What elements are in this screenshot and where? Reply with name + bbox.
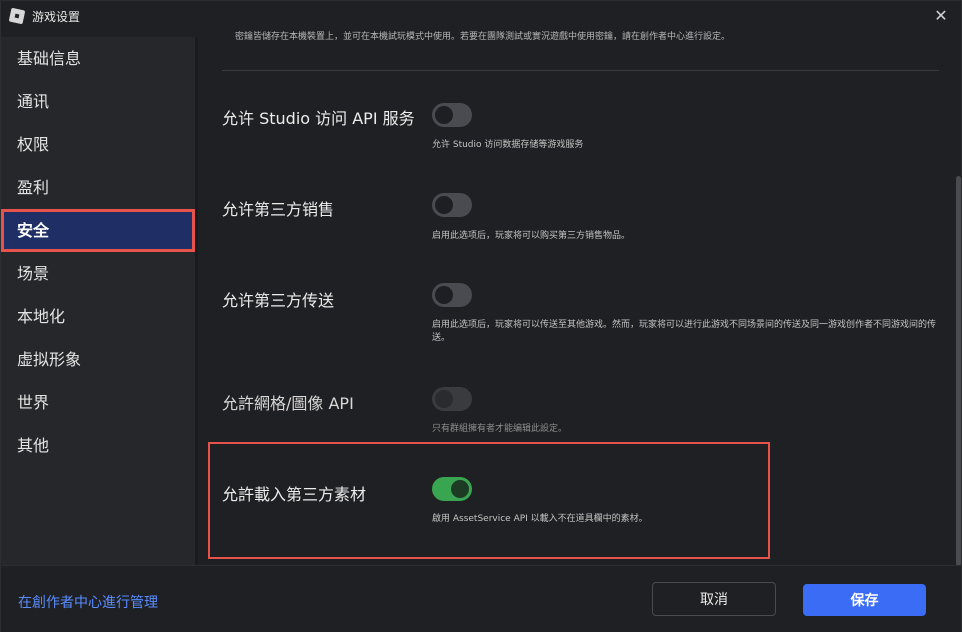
setting-desc-third-party-sales: 启用此选项后，玩家将可以购买第三方销售物品。 <box>432 231 631 241</box>
dialog-title: 游戏设置 <box>32 10 81 24</box>
toggle-knob <box>435 286 453 304</box>
cancel-button[interactable]: 取消 <box>652 582 776 616</box>
toggle-knob <box>435 106 453 124</box>
sidebar-item-other[interactable]: 其他 <box>1 424 195 467</box>
game-settings-dialog: 游戏设置 ✕ 基础信息 通讯 权限 盈利 安全 场景 本地化 虚拟形象 世界 其… <box>0 0 962 632</box>
sidebar-divider <box>195 37 198 565</box>
sidebar-item-basic-info[interactable]: 基础信息 <box>1 37 195 80</box>
toggle-mesh-image-api <box>432 387 472 411</box>
title-bar: 游戏设置 ✕ <box>1 1 961 31</box>
sidebar-item-communication[interactable]: 通讯 <box>1 80 195 123</box>
sidebar-item-security[interactable]: 安全 <box>1 209 195 252</box>
sidebar-item-world[interactable]: 世界 <box>1 381 195 424</box>
save-button[interactable]: 保存 <box>803 584 926 616</box>
toggle-knob <box>435 196 453 214</box>
toggle-studio-api-access[interactable] <box>432 103 472 127</box>
close-icon[interactable]: ✕ <box>931 5 951 25</box>
setting-desc-mesh-image-api: 只有群組擁有者才能编辑此設定。 <box>432 424 568 434</box>
sidebar-item-permissions[interactable]: 权限 <box>1 123 195 166</box>
setting-label-mesh-image-api: 允許網格/圖像 API <box>222 394 354 413</box>
toggle-third-party-teleports[interactable] <box>432 283 472 307</box>
manage-in-creator-hub-link[interactable]: 在創作者中心進行管理 <box>18 592 158 612</box>
secrets-description: 密鑰皆儲存在本機裝置上，並可在本機試玩模式中使用。若要在團隊測試或實況遊戲中使用… <box>235 32 731 42</box>
setting-desc-load-third-party-assets: 啟用 AssetService API 以載入不在道具欄中的素材。 <box>432 514 648 524</box>
setting-label-third-party-sales: 允许第三方销售 <box>222 200 335 219</box>
setting-label-load-third-party-assets: 允許載入第三方素材 <box>222 485 367 504</box>
settings-sidebar: 基础信息 通讯 权限 盈利 安全 场景 本地化 虚拟形象 世界 其他 <box>1 37 195 565</box>
toggle-knob <box>451 480 469 498</box>
toggle-knob <box>435 390 453 408</box>
sidebar-item-localization[interactable]: 本地化 <box>1 295 195 338</box>
setting-label-third-party-teleports: 允许第三方传送 <box>222 291 335 310</box>
sidebar-item-places[interactable]: 场景 <box>1 252 195 295</box>
section-divider <box>222 70 939 71</box>
sidebar-item-monetization[interactable]: 盈利 <box>1 166 195 209</box>
setting-label-studio-api-access: 允许 Studio 访问 API 服务 <box>222 109 415 128</box>
sidebar-item-avatar[interactable]: 虚拟形象 <box>1 338 195 381</box>
content-scrollbar[interactable] <box>956 176 961 566</box>
toggle-load-third-party-assets[interactable] <box>432 477 472 501</box>
roblox-studio-logo-icon <box>8 7 26 25</box>
toggle-third-party-sales[interactable] <box>432 193 472 217</box>
setting-desc-third-party-teleports: 启用此选项后，玩家将可以传送至其他游戏。然而，玩家将可以进行此游戏不同场景间的传… <box>432 320 937 343</box>
setting-desc-studio-api-access: 允许 Studio 访问数据存储等游戏服务 <box>432 140 584 150</box>
